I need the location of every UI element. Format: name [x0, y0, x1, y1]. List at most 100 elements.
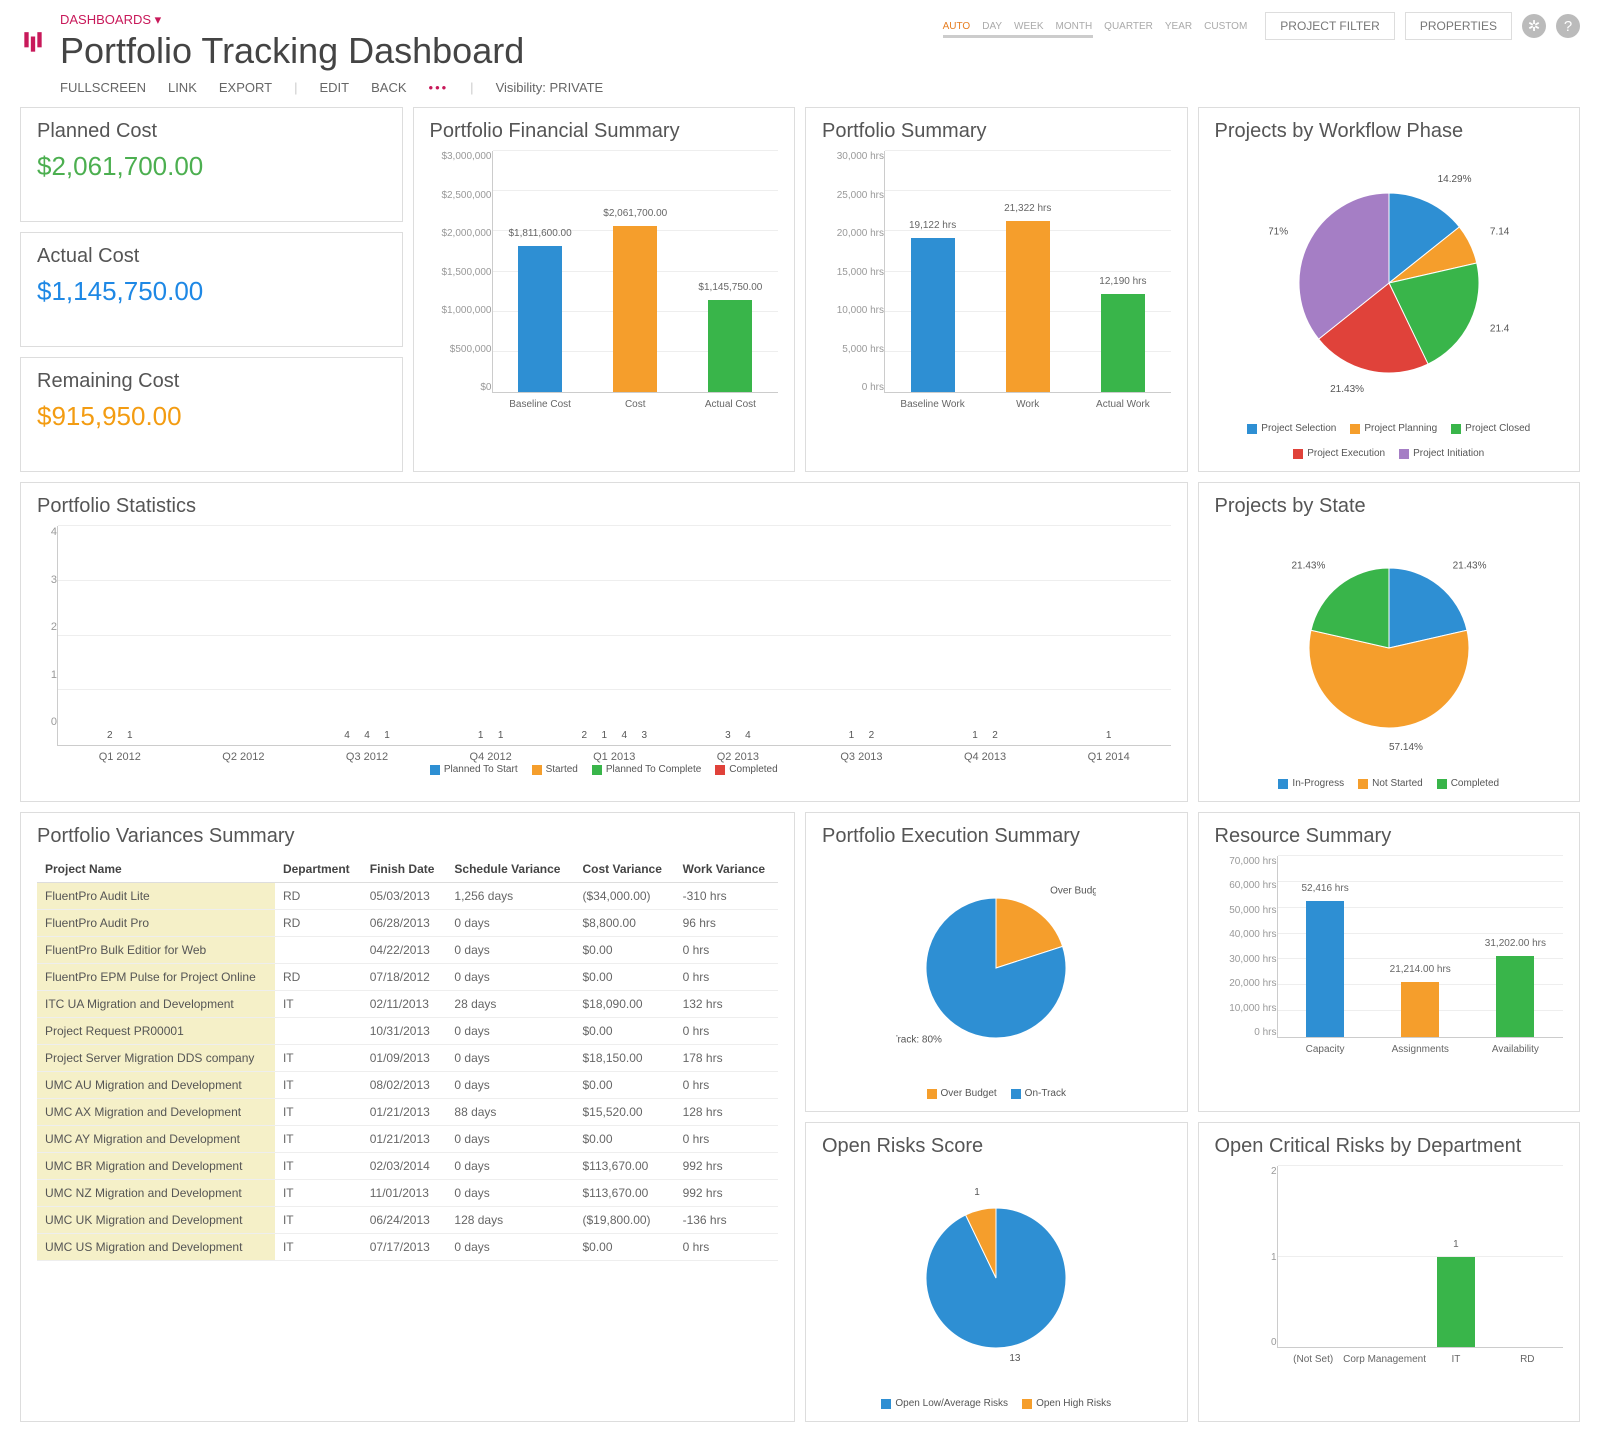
table-row[interactable]: UMC AU Migration and DevelopmentIT08/02/…: [37, 1072, 778, 1099]
svg-text:21.43%: 21.43%: [1452, 560, 1486, 571]
table-row[interactable]: Project Request PR0000110/31/20130 days$…: [37, 1018, 778, 1045]
table-row[interactable]: UMC BR Migration and DevelopmentIT02/03/…: [37, 1153, 778, 1180]
table-row[interactable]: FluentPro EPM Pulse for Project OnlineRD…: [37, 964, 778, 991]
legend-item: Project Planning: [1350, 423, 1437, 434]
time-tab-month[interactable]: MONTH: [1056, 21, 1093, 32]
svg-text:21.43%: 21.43%: [1330, 384, 1364, 395]
legend-item: Completed: [1437, 778, 1499, 789]
legend-item: Project Closed: [1451, 423, 1530, 434]
legend-item: Open Low/Average Risks: [881, 1398, 1008, 1409]
table-header[interactable]: Cost Variance: [575, 856, 675, 883]
legend-item: Completed: [715, 764, 777, 775]
dashboards-menu[interactable]: DASHBOARDS ▾: [60, 12, 943, 28]
financial-summary-chart: $0$500,000$1,000,000$1,500,000$2,000,000…: [430, 151, 779, 411]
remaining-cost-value: $915,950.00: [37, 401, 386, 432]
card-title: Actual Cost: [37, 245, 386, 268]
table-row[interactable]: UMC UK Migration and DevelopmentIT06/24/…: [37, 1207, 778, 1234]
table-row[interactable]: UMC AY Migration and DevelopmentIT01/21/…: [37, 1126, 778, 1153]
link-button[interactable]: LINK: [168, 80, 197, 95]
separator: |: [470, 80, 473, 95]
card-title: Projects by Workflow Phase: [1215, 120, 1564, 143]
fullscreen-button[interactable]: FULLSCREEN: [60, 80, 146, 95]
card-title: Open Risks Score: [822, 1135, 1171, 1158]
table-row[interactable]: ITC UA Migration and DevelopmentIT02/11/…: [37, 991, 778, 1018]
bar: 1IT: [1437, 1257, 1475, 1348]
table-row[interactable]: UMC US Migration and DevelopmentIT07/17/…: [37, 1234, 778, 1261]
card-title: Portfolio Financial Summary: [430, 120, 779, 143]
separator: |: [294, 80, 297, 95]
bar: 19,122 hrsBaseline Work: [911, 238, 955, 392]
actual-cost-card: Actual Cost $1,145,750.00: [20, 232, 403, 347]
logo-icon: [20, 32, 46, 62]
svg-text:57.14%: 57.14%: [1389, 742, 1423, 753]
table-row[interactable]: FluentPro Audit LiteRD05/03/20131,256 da…: [37, 883, 778, 910]
legend-item: Open High Risks: [1022, 1398, 1111, 1409]
card-title: Portfolio Execution Summary: [822, 825, 1171, 848]
bar: 21,214.00 hrsAssignments: [1401, 982, 1439, 1037]
legend-item: In-Progress: [1278, 778, 1344, 789]
portfolio-statistics-chart: 21Q1 2012Q2 2012441Q3 201211Q4 20122143Q…: [57, 526, 1171, 746]
variances-table: Project NameDepartmentFinish DateSchedul…: [37, 856, 778, 1261]
planned-cost-card: Planned Cost $2,061,700.00: [20, 107, 403, 222]
table-row[interactable]: Project Server Migration DDS companyIT01…: [37, 1045, 778, 1072]
time-slider[interactable]: [943, 35, 1093, 38]
projects-by-state-legend: In-Progress Not Started Completed: [1215, 778, 1564, 789]
open-risks-score-legend: Open Low/Average Risks Open High Risks: [822, 1398, 1171, 1409]
svg-text:On-Track: 80%: On-Track: 80%: [896, 1034, 942, 1045]
table-row[interactable]: FluentPro Audit ProRD06/28/20130 days$8,…: [37, 910, 778, 937]
bar: 31,202.00 hrsAvailability: [1496, 956, 1534, 1037]
legend-item: Over Budget: [927, 1088, 997, 1099]
table-row[interactable]: FluentPro Bulk Editior for Web04/22/2013…: [37, 937, 778, 964]
legend-item: Planned To Complete: [592, 764, 701, 775]
table-header[interactable]: Finish Date: [362, 856, 447, 883]
time-tab-quarter[interactable]: QUARTER: [1104, 21, 1153, 32]
resource-summary-card: Resource Summary 0 hrs10,000 hrs20,000 h…: [1198, 812, 1581, 1112]
remaining-cost-card: Remaining Cost $915,950.00: [20, 357, 403, 472]
page-title: Portfolio Tracking Dashboard: [60, 30, 943, 72]
time-tab-year[interactable]: YEAR: [1165, 21, 1192, 32]
export-button[interactable]: EXPORT: [219, 80, 272, 95]
visibility-label: Visibility: PRIVATE: [496, 80, 604, 95]
project-filter-button[interactable]: PROJECT FILTER: [1265, 12, 1395, 40]
bar: $1,811,600.00Baseline Cost: [518, 246, 562, 392]
actual-cost-value: $1,145,750.00: [37, 276, 386, 307]
help-icon[interactable]: ?: [1556, 14, 1580, 38]
table-header[interactable]: Department: [275, 856, 362, 883]
projects-by-state-card: Projects by State 21.43%57.14%21.43% In-…: [1198, 482, 1581, 802]
open-risks-score-chart: 131: [822, 1166, 1171, 1390]
legend-item: Not Started: [1358, 778, 1423, 789]
bar: 12,190 hrsActual Work: [1101, 294, 1145, 392]
card-title: Planned Cost: [37, 120, 386, 143]
svg-text:14.29%: 14.29%: [1437, 174, 1471, 185]
time-tab-custom[interactable]: CUSTOM: [1204, 21, 1247, 32]
table-row[interactable]: UMC AX Migration and DevelopmentIT01/21/…: [37, 1099, 778, 1126]
bar: 52,416 hrsCapacity: [1306, 901, 1344, 1037]
portfolio-summary-card: Portfolio Summary 0 hrs5,000 hrs10,000 h…: [805, 107, 1188, 472]
time-tab-auto[interactable]: AUTO: [943, 21, 971, 32]
critical-risks-dept-card: Open Critical Risks by Department 012(No…: [1198, 1122, 1581, 1422]
execution-summary-chart: Over Budget: 20%On-Track: 80%: [822, 856, 1171, 1080]
table-row[interactable]: UMC NZ Migration and DevelopmentIT11/01/…: [37, 1180, 778, 1207]
back-button[interactable]: BACK: [371, 80, 406, 95]
card-title: Open Critical Risks by Department: [1215, 1135, 1564, 1158]
planned-cost-value: $2,061,700.00: [37, 151, 386, 182]
table-header[interactable]: Work Variance: [675, 856, 778, 883]
time-tab-week[interactable]: WEEK: [1014, 21, 1043, 32]
table-header[interactable]: Schedule Variance: [446, 856, 574, 883]
table-header[interactable]: Project Name: [37, 856, 275, 883]
svg-text:35.71%: 35.71%: [1269, 226, 1288, 237]
card-title: Remaining Cost: [37, 370, 386, 393]
execution-summary-card: Portfolio Execution Summary Over Budget:…: [805, 812, 1188, 1112]
gear-icon[interactable]: ✲: [1522, 14, 1546, 38]
variances-summary-card: Portfolio Variances Summary Project Name…: [20, 812, 795, 1422]
time-range-tabs[interactable]: AUTO DAY WEEK MONTH QUARTER YEAR CUSTOM: [943, 21, 1248, 32]
svg-text:21.43%: 21.43%: [1490, 324, 1509, 335]
svg-text:21.43%: 21.43%: [1291, 560, 1325, 571]
properties-button[interactable]: PROPERTIES: [1405, 12, 1512, 40]
svg-text:7.14%: 7.14%: [1490, 226, 1509, 237]
svg-text:1: 1: [975, 1187, 981, 1198]
more-menu[interactable]: •••: [429, 80, 449, 95]
edit-button[interactable]: EDIT: [319, 80, 349, 95]
legend-item: Project Execution: [1293, 448, 1385, 459]
time-tab-day[interactable]: DAY: [982, 21, 1002, 32]
